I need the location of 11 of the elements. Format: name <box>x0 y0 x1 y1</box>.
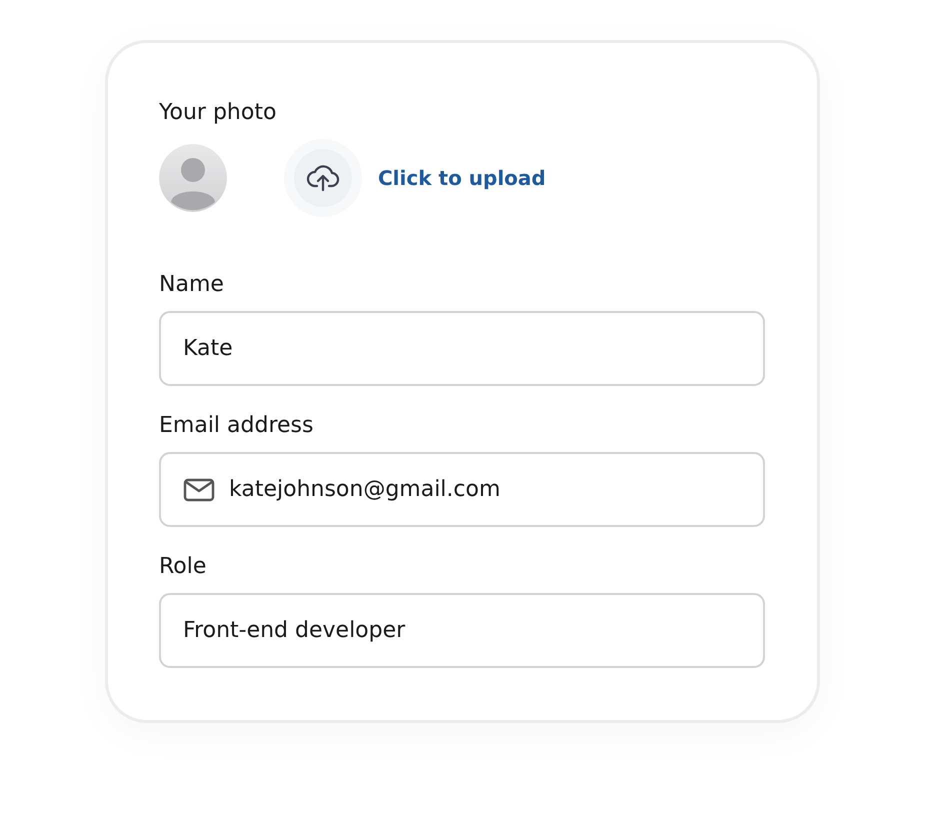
upload-link[interactable]: Click to upload <box>378 166 546 190</box>
field-label: Your photo <box>159 99 278 127</box>
field-label: Name <box>159 271 225 299</box>
input-field[interactable]: Front-end developer <box>159 593 765 668</box>
cloud-upload-icon <box>306 163 340 193</box>
input-field[interactable]: katejohnson@gmail.com <box>159 452 765 527</box>
avatar-icon <box>159 144 227 212</box>
mail-icon <box>183 478 215 502</box>
input-field[interactable]: Kate <box>159 311 765 386</box>
field-label: Role <box>159 553 208 581</box>
field-label: Email address <box>159 412 314 440</box>
